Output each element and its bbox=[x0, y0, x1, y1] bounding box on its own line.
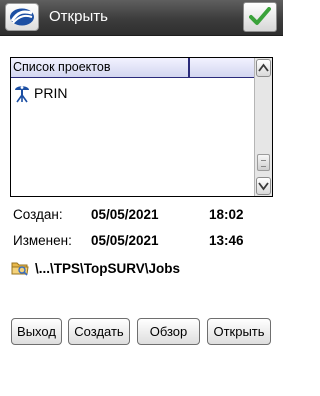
exit-button[interactable]: Выход bbox=[11, 318, 62, 345]
list-item[interactable]: PRIN bbox=[13, 82, 67, 104]
list-header: Список проектов bbox=[11, 58, 254, 78]
list-item-label: PRIN bbox=[34, 85, 68, 101]
modified-time: 13:46 bbox=[209, 233, 244, 248]
open-button[interactable]: Открыть bbox=[207, 318, 271, 345]
project-icon bbox=[15, 86, 29, 103]
create-button[interactable]: Создать bbox=[68, 318, 130, 345]
jobs-path: \...\TPS\TopSURV\Jobs bbox=[11, 258, 180, 278]
app-logo-button[interactable] bbox=[5, 3, 39, 31]
scroll-thumb[interactable] bbox=[257, 154, 270, 171]
created-label: Создан: bbox=[13, 207, 63, 222]
scroll-down-button[interactable] bbox=[256, 177, 271, 195]
column-header-projects[interactable]: Список проектов bbox=[11, 58, 190, 78]
chevron-down-icon bbox=[258, 182, 269, 191]
column-header-extra[interactable] bbox=[190, 58, 254, 78]
topcon-logo-icon bbox=[10, 8, 34, 26]
folder-icon bbox=[11, 262, 29, 276]
chevron-up-icon bbox=[258, 63, 269, 72]
ok-button[interactable] bbox=[243, 2, 277, 32]
title-bar: Открыть bbox=[0, 0, 283, 36]
created-time: 18:02 bbox=[209, 207, 244, 222]
project-list[interactable]: Список проектов PRIN bbox=[10, 57, 273, 197]
path-text: \...\TPS\TopSURV\Jobs bbox=[35, 260, 181, 276]
created-date: 05/05/2021 bbox=[91, 207, 159, 222]
vertical-scrollbar[interactable] bbox=[254, 58, 272, 196]
window-title: Открыть bbox=[49, 8, 108, 25]
modified-label: Изменен: bbox=[13, 233, 72, 248]
scroll-up-button[interactable] bbox=[256, 59, 271, 77]
browse-button[interactable]: Обзор bbox=[137, 318, 200, 345]
modified-date: 05/05/2021 bbox=[91, 233, 159, 248]
list-body: PRIN bbox=[11, 78, 254, 196]
checkmark-icon bbox=[249, 7, 271, 25]
